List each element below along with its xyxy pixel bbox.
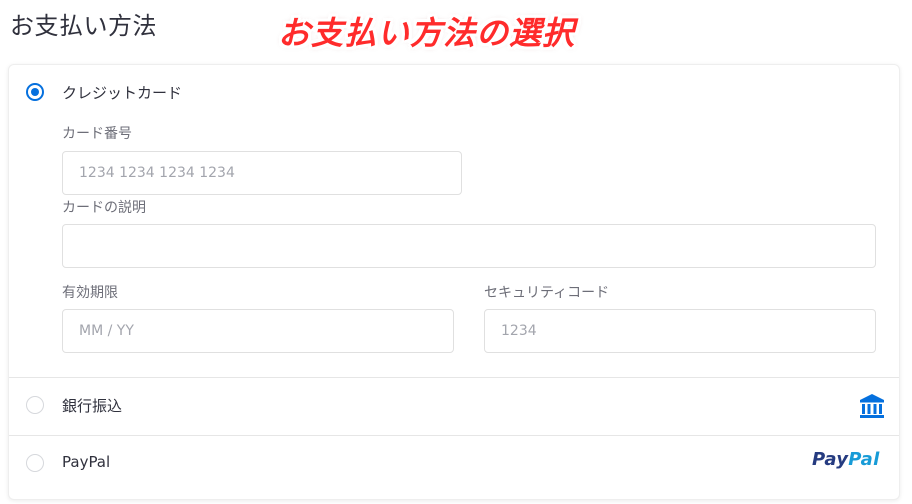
card-number-placeholder: 1234 1234 1234 1234 xyxy=(79,165,235,181)
credit-card-label: クレジットカード xyxy=(62,84,183,102)
credit-card-radio[interactable] xyxy=(26,83,44,101)
paypal-label: PayPal xyxy=(62,453,111,471)
annotation-overlay: お支払い方法の選択 xyxy=(278,14,576,52)
expiry-placeholder: MM / YY xyxy=(79,323,134,339)
card-number-input[interactable]: 1234 1234 1234 1234 xyxy=(62,151,462,195)
divider xyxy=(9,435,899,436)
card-number-label: カード番号 xyxy=(62,126,132,142)
paypal-logo-pay: Pay xyxy=(812,449,849,470)
security-code-placeholder: 1234 xyxy=(501,323,537,339)
expiry-input[interactable]: MM / YY xyxy=(62,309,454,353)
expiry-label: 有効期限 xyxy=(62,285,118,301)
page-title: お支払い方法 xyxy=(10,12,157,40)
bank-icon xyxy=(860,394,884,418)
bank-transfer-label: 銀行振込 xyxy=(62,397,123,415)
security-code-label: セキュリティコード xyxy=(484,285,610,301)
card-description-input[interactable] xyxy=(62,224,876,268)
paypal-radio[interactable] xyxy=(26,454,44,472)
card-description-label: カードの説明 xyxy=(62,200,146,216)
bank-transfer-radio[interactable] xyxy=(26,396,44,414)
security-code-input[interactable]: 1234 xyxy=(484,309,876,353)
divider xyxy=(9,377,899,378)
paypal-logo-pal: Pal xyxy=(848,449,880,470)
payment-methods-panel: クレジットカード カード番号 1234 1234 1234 1234 カードの説… xyxy=(8,64,900,500)
paypal-logo: PayPal xyxy=(812,449,880,470)
